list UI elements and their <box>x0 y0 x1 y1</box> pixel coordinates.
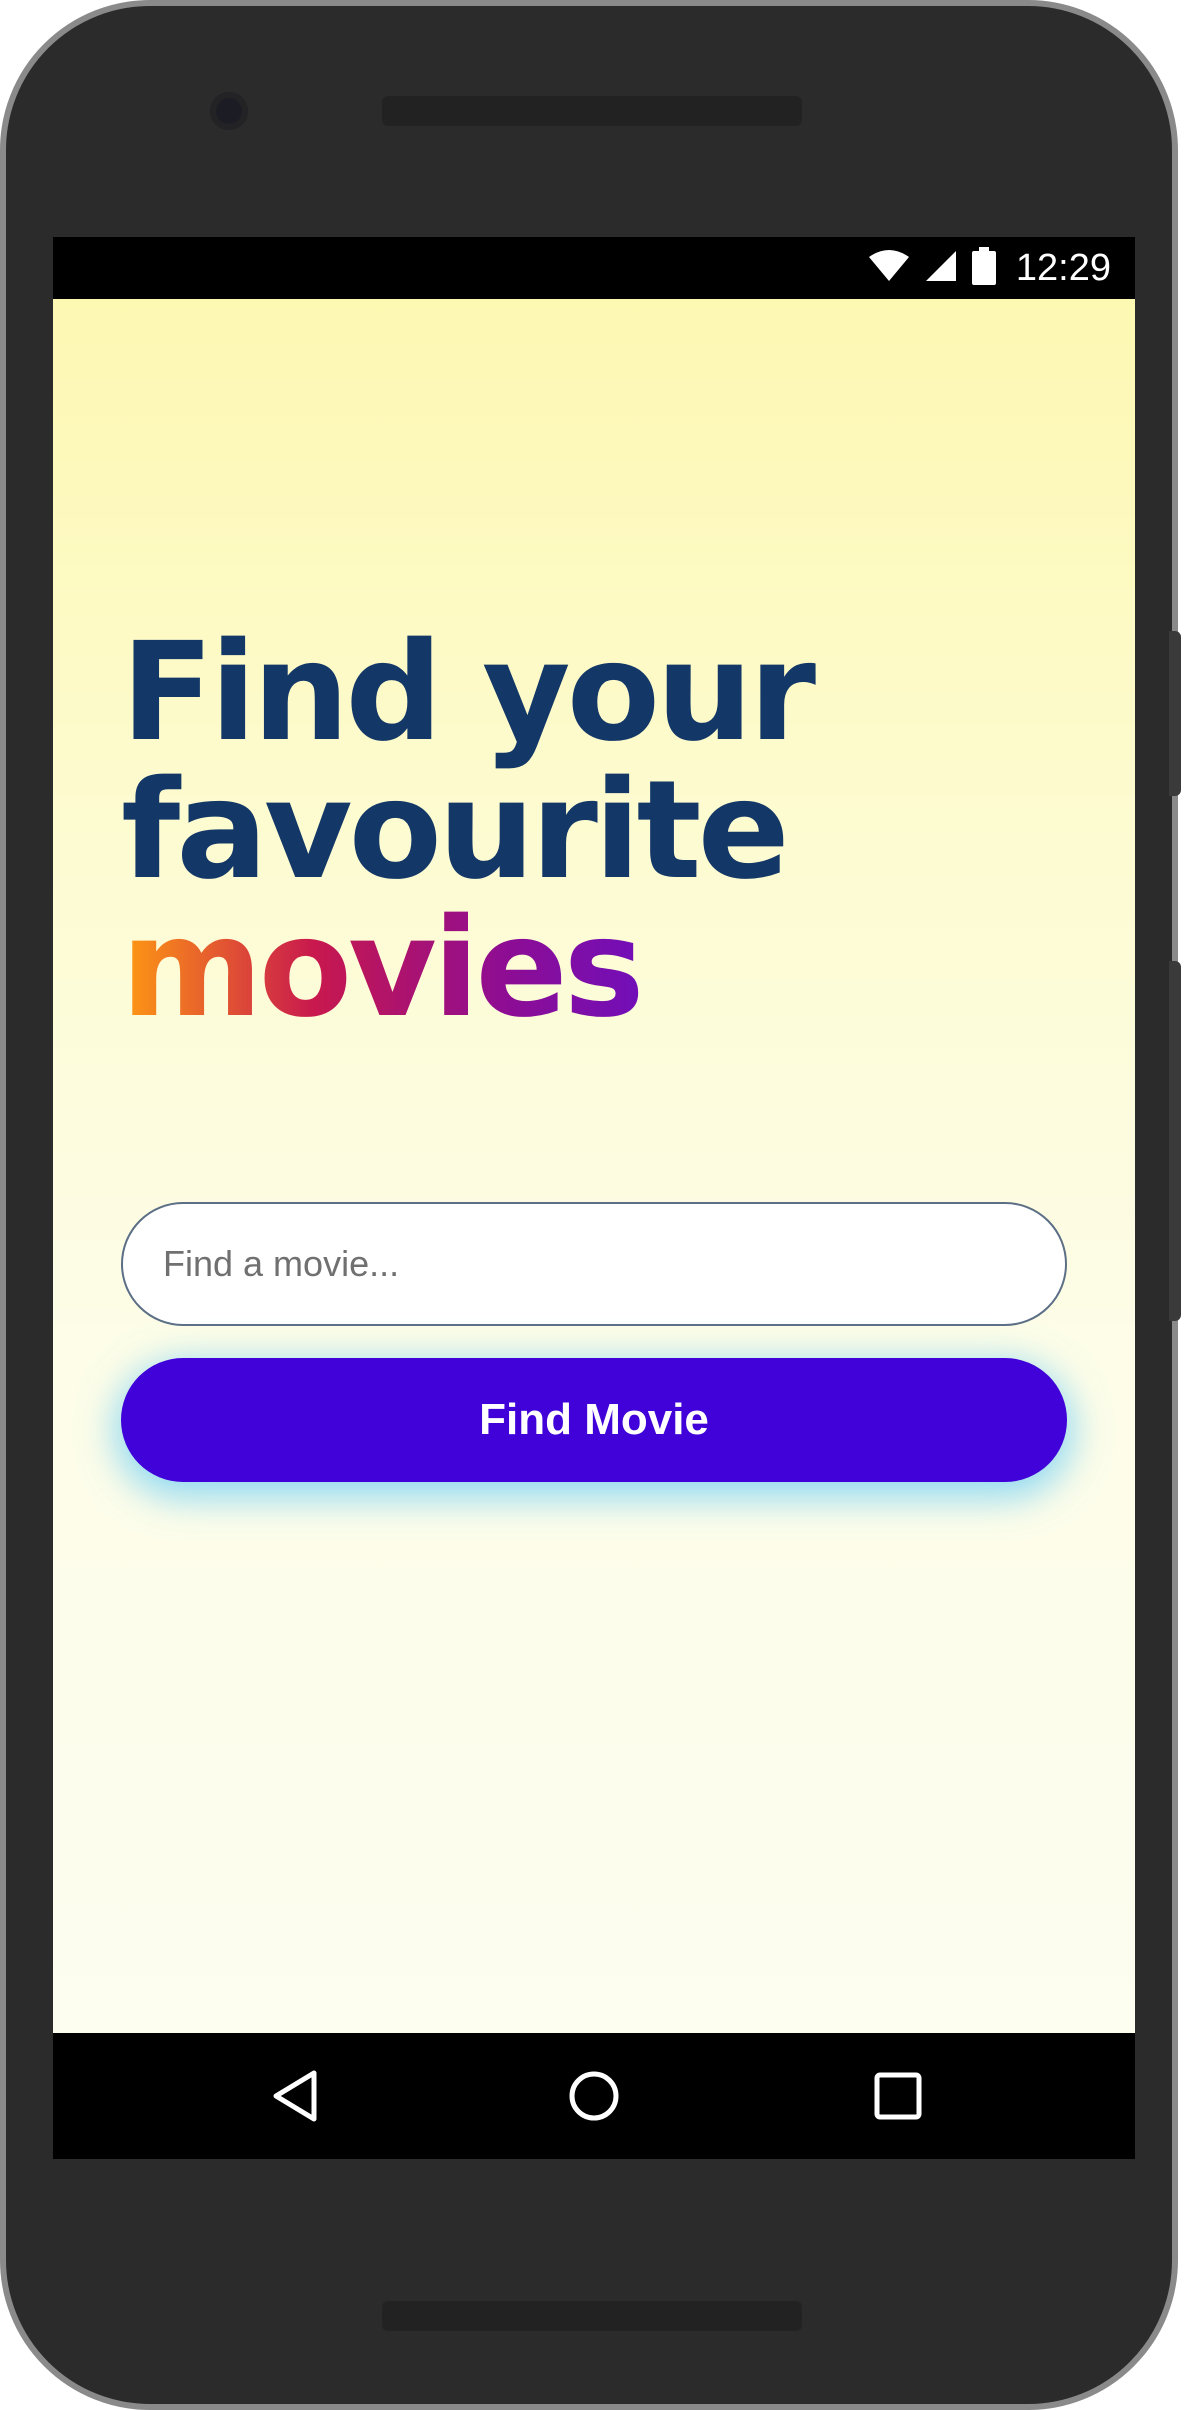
power-button <box>1169 631 1181 796</box>
phone-frame: 12:29 Find your favourite movies Find Mo… <box>0 0 1181 2410</box>
status-clock: 12:29 <box>1015 246 1111 289</box>
back-icon[interactable] <box>262 2063 328 2129</box>
screen: 12:29 Find your favourite movies Find Mo… <box>53 237 1135 2159</box>
headline-accent-word: movies <box>121 900 812 1038</box>
recents-icon[interactable] <box>865 2063 931 2129</box>
find-movie-button[interactable]: Find Movie <box>121 1358 1067 1482</box>
app-content: Find your favourite movies Find Movie <box>53 299 1135 2033</box>
headline: Find your favourite movies <box>121 614 816 1038</box>
bottom-speaker <box>382 2301 802 2331</box>
cell-signal-icon <box>924 249 958 287</box>
movie-search-input[interactable] <box>121 1202 1067 1326</box>
headline-line-2: favourite <box>121 752 790 910</box>
wifi-icon <box>868 249 910 287</box>
home-icon[interactable] <box>561 2063 627 2129</box>
system-nav-bar <box>53 2033 1135 2159</box>
volume-button <box>1169 961 1181 1321</box>
battery-icon <box>971 247 996 289</box>
headline-line-1: Find your <box>121 614 816 772</box>
earpiece-speaker <box>382 96 802 126</box>
front-camera <box>210 92 248 130</box>
status-bar: 12:29 <box>53 237 1135 299</box>
